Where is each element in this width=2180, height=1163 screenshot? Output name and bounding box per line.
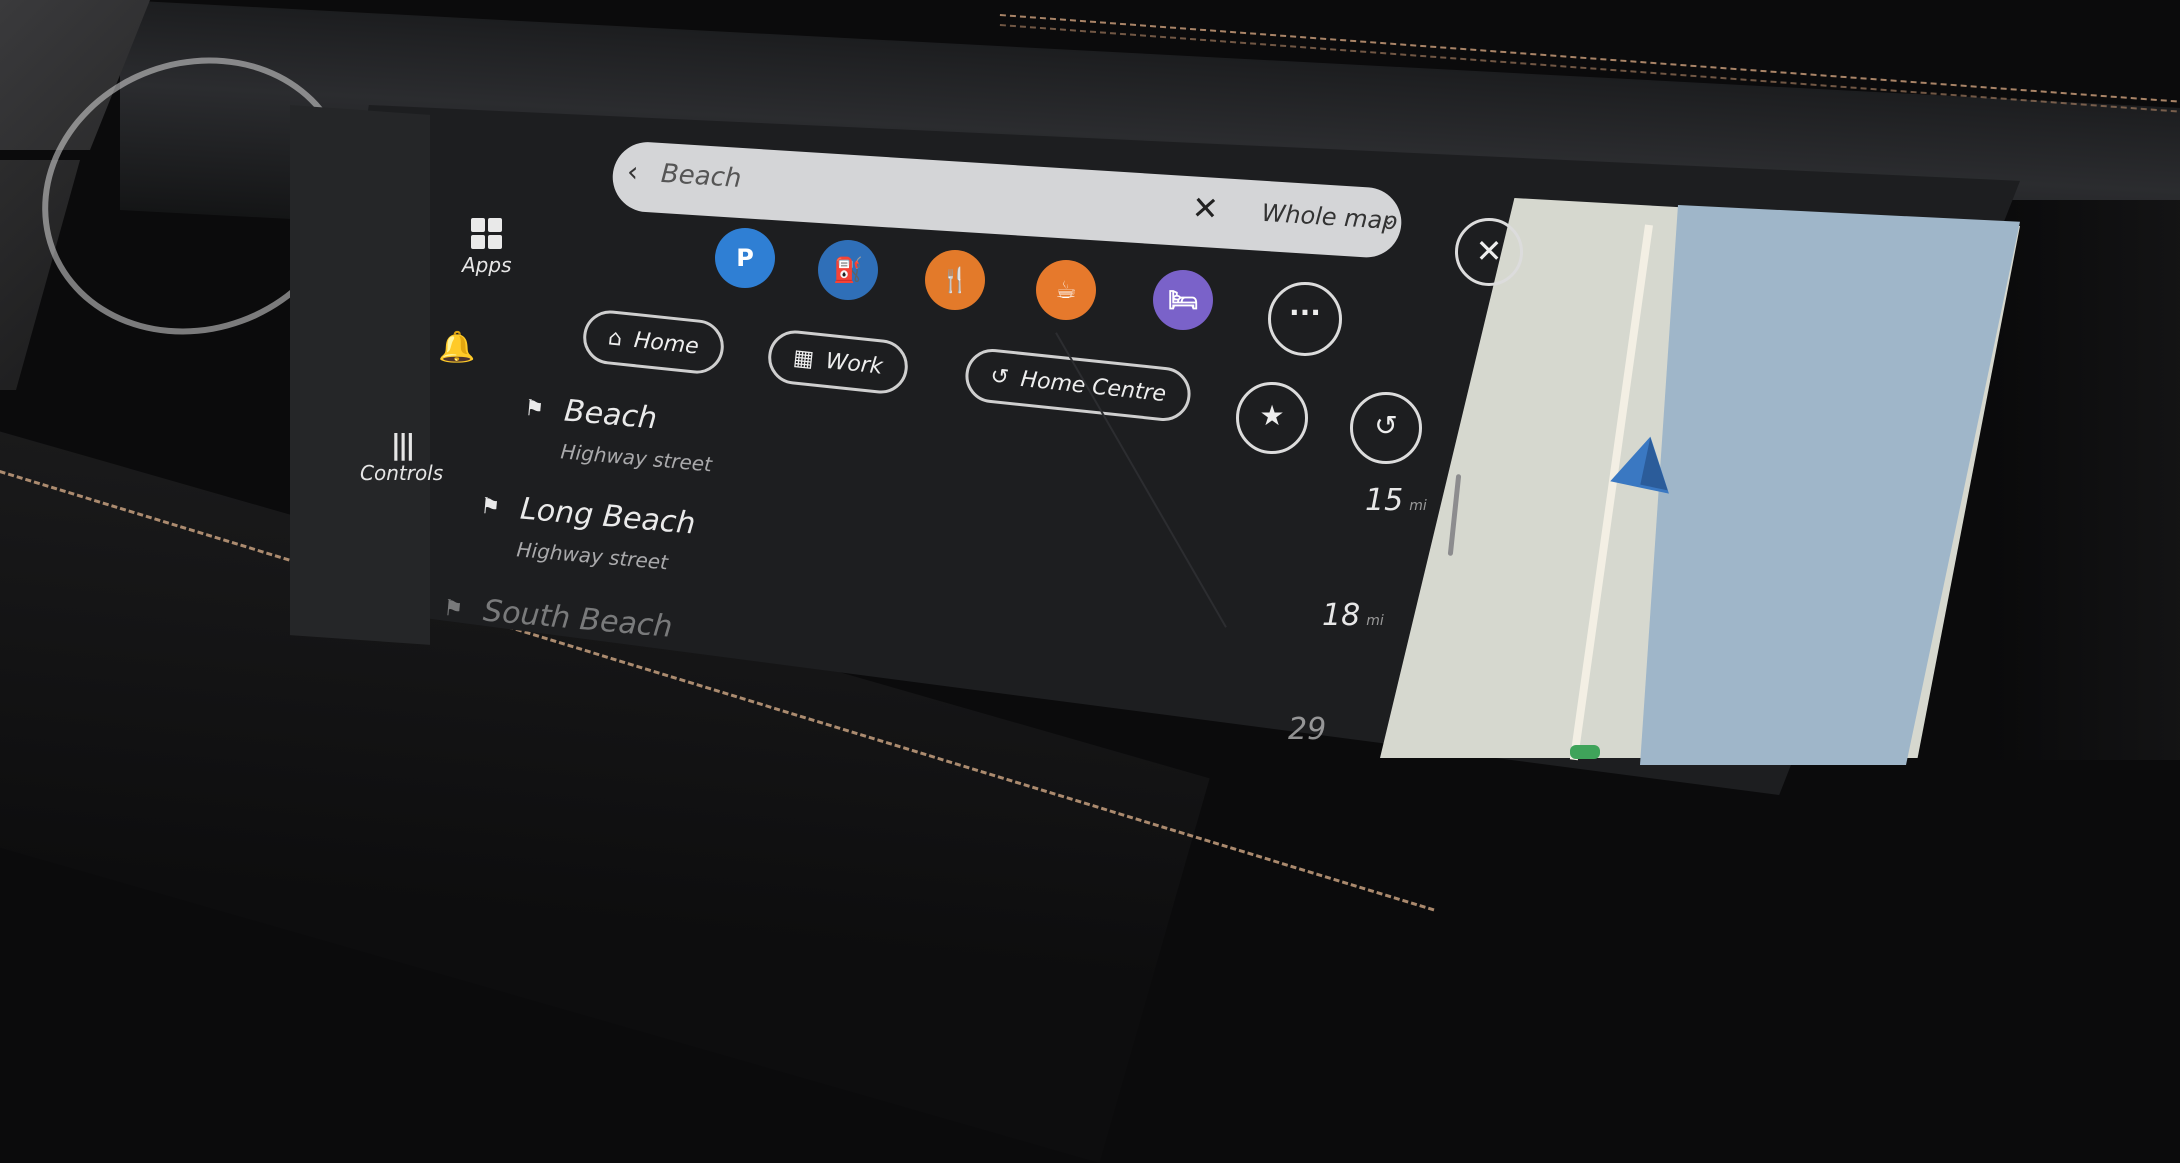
clear-search-icon[interactable]: ✕: [1191, 188, 1220, 228]
sidebar: [290, 105, 430, 645]
sidebar-item-controls[interactable]: ||| Controls: [360, 428, 443, 485]
category-fuel-button[interactable]: ⛽: [818, 240, 878, 300]
bell-icon: 🔔: [438, 330, 476, 365]
more-categories-button[interactable]: ···: [1268, 282, 1342, 356]
apps-grid-icon: [471, 218, 503, 249]
sidebar-item-label: Apps: [462, 253, 512, 277]
search-scope-dropdown[interactable]: Whole map: [1261, 199, 1399, 235]
result-distance: 18 mi: [1322, 598, 1384, 633]
flag-icon: ⚑: [479, 493, 502, 521]
favorites-button[interactable]: ★: [1236, 382, 1308, 454]
dashboard-right-shadow: [1990, 200, 2180, 760]
history-button[interactable]: ↺: [1350, 392, 1422, 464]
result-distance: 15 mi: [1365, 483, 1427, 518]
flag-icon: ⚑: [442, 595, 465, 623]
sidebar-item-label: Controls: [360, 461, 444, 485]
flag-icon: ⚑: [523, 395, 546, 423]
category-restaurant-button[interactable]: 🍴: [925, 250, 985, 310]
category-hotel-button[interactable]: 🛏: [1153, 270, 1213, 330]
back-arrow-icon[interactable]: ‹: [626, 155, 639, 189]
home-icon: ⌂: [606, 324, 624, 352]
hotel-icon: 🛏: [1167, 286, 1199, 314]
map-poi-marker: [1570, 745, 1600, 759]
sidebar-item-notifications[interactable]: 🔔: [438, 330, 475, 365]
chevron-down-icon[interactable]: ⌄: [1381, 208, 1397, 230]
map-water: [1640, 205, 2020, 765]
fuel-icon: ⛽: [833, 256, 863, 284]
sliders-icon: |||: [390, 428, 416, 461]
shortcut-label: Work: [824, 348, 884, 380]
category-cafe-button[interactable]: ☕: [1036, 260, 1096, 320]
category-parking-button[interactable]: P: [715, 228, 775, 288]
parking-icon: P: [736, 244, 754, 272]
history-icon: ↺: [989, 363, 1011, 391]
sidebar-item-apps[interactable]: Apps: [462, 218, 512, 277]
cafe-icon: ☕: [1055, 276, 1077, 304]
star-icon: ★: [1259, 399, 1285, 432]
result-distance: 29: [1288, 712, 1327, 747]
search-input[interactable]: Beach: [660, 159, 742, 194]
close-button[interactable]: ✕: [1455, 218, 1523, 286]
restaurant-icon: 🍴: [940, 266, 970, 294]
shortcut-label: Home: [632, 327, 700, 360]
work-icon: ▦: [791, 344, 816, 372]
history-icon: ↺: [1374, 409, 1398, 442]
